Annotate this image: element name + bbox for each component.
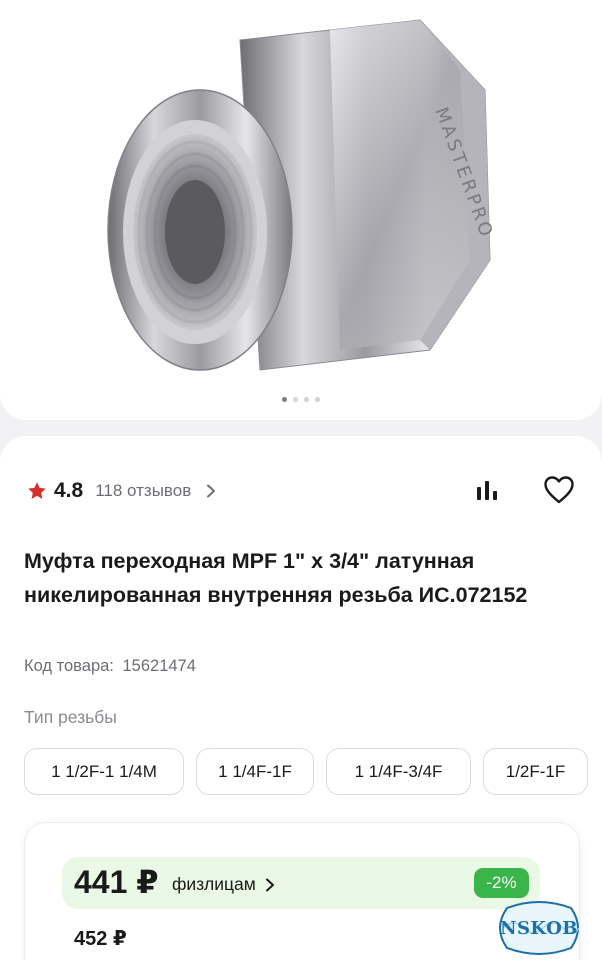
- gallery-dot[interactable]: [315, 397, 320, 402]
- gallery-dot[interactable]: [293, 397, 298, 402]
- product-image: MASTERPRO: [107, 19, 497, 371]
- thread-type-label: Тип резьбы: [24, 707, 117, 727]
- heart-icon: [544, 476, 574, 504]
- product-code-value: 15621474: [122, 657, 196, 675]
- thread-option[interactable]: 1 1/2F-1 1/4M: [24, 748, 184, 795]
- chevron-right-icon: [207, 484, 216, 498]
- thread-type-options: 1 1/2F-1 1/4M 1 1/4F-1F 1 1/4F-3/4F 1/2F…: [24, 748, 588, 795]
- thread-option[interactable]: 1 1/4F-1F: [196, 748, 314, 795]
- compare-button[interactable]: [470, 474, 504, 506]
- star-icon: [28, 482, 46, 499]
- watermark-text: NSKOB: [499, 918, 578, 939]
- price-audience-link[interactable]: физлицам: [172, 874, 276, 895]
- favorite-button[interactable]: [540, 472, 578, 508]
- price-current: 441 ₽: [74, 864, 159, 900]
- compare-icon: [477, 481, 497, 500]
- product-code: Код товара: 15621474: [24, 657, 196, 676]
- thread-option[interactable]: 1/2F-1F: [483, 748, 588, 795]
- gallery-dot[interactable]: [282, 397, 287, 402]
- product-code-label: Код товара:: [24, 657, 114, 675]
- product-title: Муфта переходная MPF 1" x 3/4" латунная …: [24, 549, 528, 607]
- price-audience-label: физлицам: [172, 874, 256, 894]
- discount-badge: -2%: [474, 868, 529, 898]
- reviews-count[interactable]: 118 отзывов: [95, 481, 191, 501]
- price-regular: 452 ₽: [74, 928, 127, 950]
- chevron-right-icon: [265, 878, 274, 891]
- gallery-dot[interactable]: [304, 397, 309, 402]
- product-gallery[interactable]: MASTERPRO: [0, 0, 602, 420]
- rating-link[interactable]: 4.8 118 отзывов: [26, 478, 217, 504]
- rating-value: 4.8: [54, 479, 84, 502]
- gallery-pagination[interactable]: [0, 397, 602, 402]
- thread-option[interactable]: 1 1/4F-3/4F: [326, 748, 471, 795]
